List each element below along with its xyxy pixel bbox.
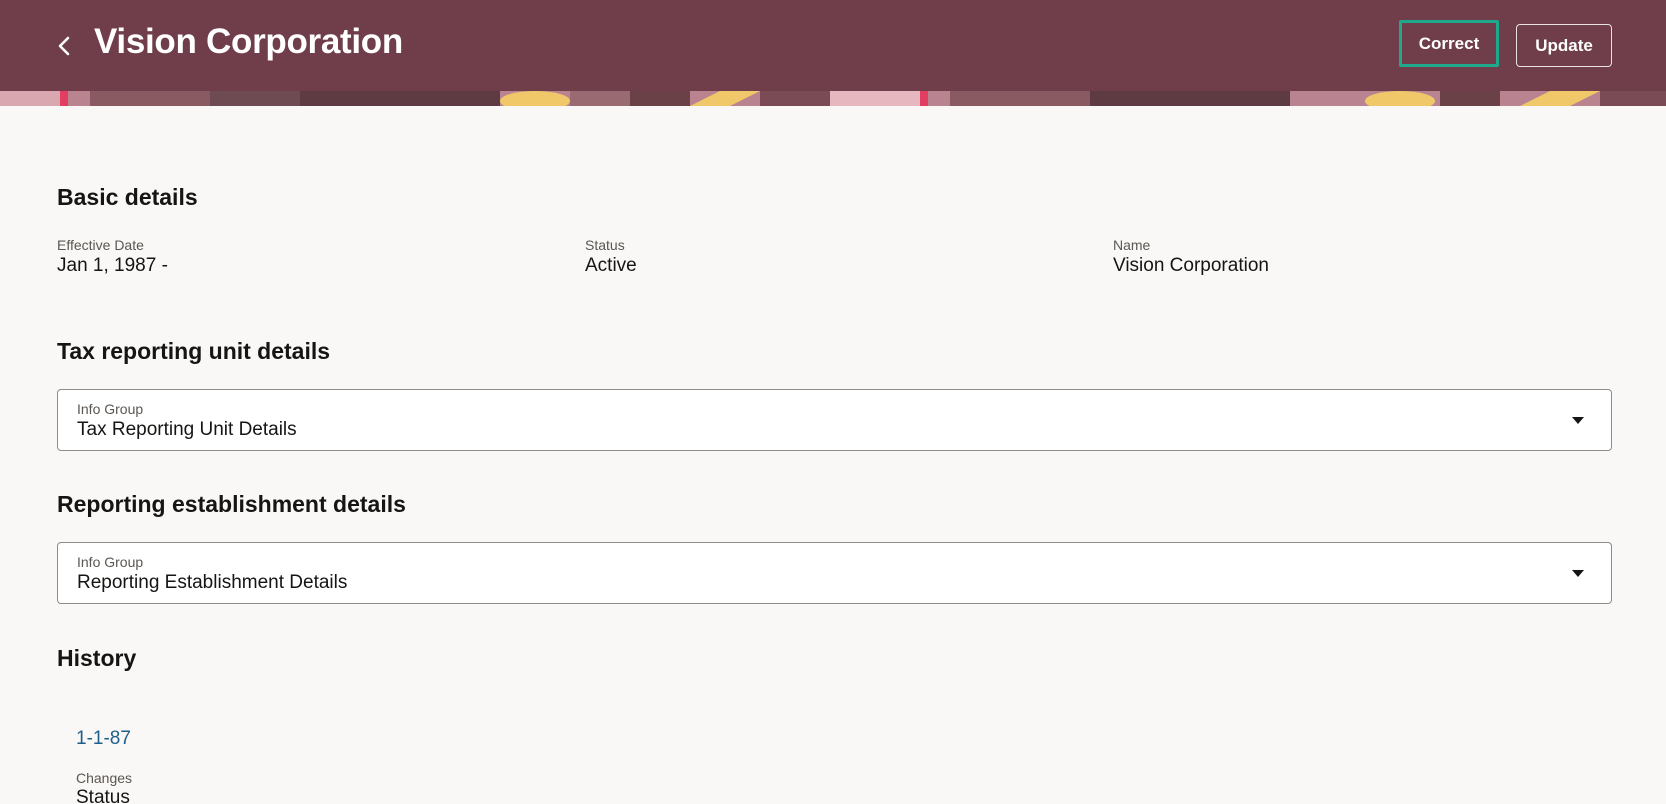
select-label: Info Group [77,554,144,570]
caret-down-icon [1572,417,1584,424]
chevron-left-icon [58,36,70,56]
update-button[interactable]: Update [1516,24,1612,67]
status-label: Status [585,237,625,253]
correct-button[interactable]: Correct [1399,20,1499,67]
effective-date-label: Effective Date [57,237,144,253]
select-value: Reporting Establishment Details [77,572,348,593]
name-value: Vision Corporation [1113,255,1269,276]
basic-details-heading: Basic details [57,184,198,210]
reporting-establishment-heading: Reporting establishment details [57,491,406,517]
select-label: Info Group [77,401,144,417]
select-value: Tax Reporting Unit Details [77,419,297,440]
history-date-link[interactable]: 1-1-87 [76,728,131,750]
changes-label: Changes [76,770,133,786]
effective-date-value: Jan 1, 1987 - [57,255,168,276]
caret-down-icon [1572,570,1584,577]
page-title: Vision Corporation [94,22,403,61]
tax-reporting-heading: Tax reporting unit details [57,338,331,364]
page-header: Vision Corporation Correct Update [0,0,1666,91]
tax-info-group-select[interactable]: Info Group Tax Reporting Unit Details [57,389,1612,451]
name-label: Name [1113,237,1151,253]
establishment-info-group-select[interactable]: Info Group Reporting Establishment Detai… [57,542,1612,604]
status-value: Active [585,255,637,276]
history-heading: History [57,645,137,671]
change-item: Status [76,787,130,804]
back-button[interactable] [50,28,78,64]
decorative-banner [0,91,1666,106]
